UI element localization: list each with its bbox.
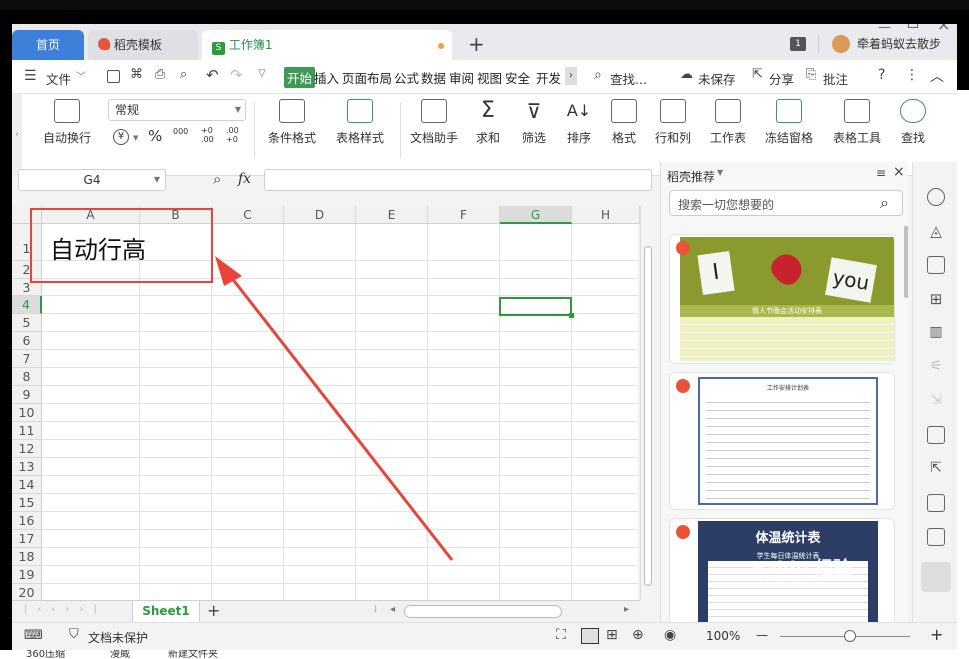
docer-panel: 稻壳推荐 ▼ ≡ × 搜索一切您想要的 ⌕ I you 情人节晚会活动安排表 工…	[660, 162, 908, 622]
sidebar-icon-chart[interactable]: ▥	[927, 324, 945, 342]
zoom-out-button[interactable]: —	[756, 628, 768, 642]
template-card-valentine[interactable]: I you 情人节晚会活动安排表	[669, 234, 895, 364]
card-title: 体温统计表	[755, 531, 821, 546]
panel-title: 稻壳推荐	[667, 170, 716, 184]
sidebar-icon-box[interactable]	[927, 494, 945, 512]
shield-icon[interactable]: ⛉	[69, 627, 79, 642]
watermark-url: jingyan.baidu.com	[757, 576, 831, 585]
right-sidebar: ◬ ⊞ ▥ ⚟ ⇲ ⇱	[912, 162, 957, 622]
docer-badge-icon	[676, 379, 690, 393]
search-icon[interactable]: ⌕	[880, 193, 889, 213]
bg-item: 漫威	[110, 649, 130, 659]
background-strip-top	[0, 0, 969, 10]
card-caption: 工作安排计划表	[766, 385, 809, 392]
sidebar-icon-gallery[interactable]	[927, 426, 945, 444]
sidebar-icon-image[interactable]	[927, 528, 945, 546]
vertical-scrollbar[interactable]	[640, 206, 654, 600]
scroll-left-icon[interactable]: ◂	[390, 604, 395, 615]
search-placeholder: 搜索一切您想要的	[678, 198, 775, 212]
docer-badge-icon	[676, 525, 690, 539]
card-table	[680, 317, 894, 361]
wps-window: 首页 稻壳模板 S 工作簿1 + 1 牵着蚂蚁去散步 — × ☰ 文件 ﹀ ⌘ …	[12, 24, 957, 650]
panel-search-input[interactable]: 搜索一切您想要的 ⌕	[669, 190, 903, 216]
macro-icon[interactable]: ⌨	[24, 628, 43, 643]
background-window-right	[957, 90, 969, 650]
chevron-down-icon[interactable]: ▼	[717, 168, 723, 177]
card-caption: 情人节晚会活动安排表	[680, 305, 894, 317]
arrow-shaft	[222, 267, 454, 561]
sidebar-icon-sync[interactable]	[927, 188, 945, 206]
eye-protection-icon[interactable]: ◉	[664, 627, 676, 643]
sidebar-icon-docer-active[interactable]	[921, 562, 951, 592]
panel-close-icon[interactable]: ×	[893, 164, 905, 180]
template-card-work-plan[interactable]: 工作安排计划表	[669, 372, 895, 510]
sidebar-icon-table[interactable]	[927, 256, 945, 274]
bg-item: 360压缩	[26, 649, 66, 659]
reading-mode-icon[interactable]: ⊕	[632, 627, 644, 643]
sheet-nav-icon[interactable]: |‹‹››|	[24, 604, 107, 615]
horizontal-scroll-thumb[interactable]	[404, 605, 562, 618]
card-table	[706, 395, 870, 499]
zoom-level[interactable]: 100%	[706, 629, 740, 643]
sidebar-icon-export[interactable]: ⇱	[927, 460, 945, 478]
card-word: I	[697, 250, 735, 296]
sidebar-icon-layers[interactable]: ◬	[927, 222, 945, 240]
fullscreen-icon[interactable]: ⛶	[556, 627, 566, 643]
background-taskbar: 360压缩 漫威 新建文件夹	[0, 649, 969, 659]
bg-item: 新建文件夹	[168, 649, 218, 659]
docer-badge-icon	[676, 241, 690, 255]
scroll-right-icon[interactable]: ▸	[624, 604, 629, 615]
scroll-thumb[interactable]	[644, 246, 652, 586]
heart-icon	[766, 248, 808, 290]
sidebar-icon-grid[interactable]: ⊞	[927, 290, 945, 308]
sidebar-icon-settings[interactable]: ⚟	[927, 358, 945, 376]
page-break-view-icon[interactable]: ⊞	[606, 627, 618, 643]
sheet-bar: |‹‹››| Sheet1 + ⁞ ◂ ▸	[12, 600, 640, 623]
zoom-in-button[interactable]: +	[930, 625, 943, 644]
card-word: you	[825, 257, 877, 303]
card-image: 工作安排计划表	[698, 377, 878, 505]
arrow-head	[215, 256, 242, 286]
protect-status[interactable]: 文档未保护	[88, 629, 148, 646]
status-bar: ⌨ ⛉ 文档未保护 ⛶ ⊞ ⊕ ◉ 100% — +	[12, 622, 957, 650]
normal-view-icon[interactable]	[581, 628, 599, 644]
sidebar-icon-share[interactable]: ⇲	[927, 392, 945, 410]
zoom-slider-thumb[interactable]	[844, 630, 856, 642]
splitter-icon[interactable]: ⁞	[374, 604, 377, 615]
panel-scroll-thumb[interactable]	[904, 226, 908, 298]
add-sheet-button[interactable]: +	[207, 601, 220, 620]
sheet-tab-sheet1[interactable]: Sheet1	[132, 601, 200, 623]
panel-menu-icon[interactable]: ≡	[876, 166, 886, 180]
card-image: I you	[680, 237, 894, 305]
